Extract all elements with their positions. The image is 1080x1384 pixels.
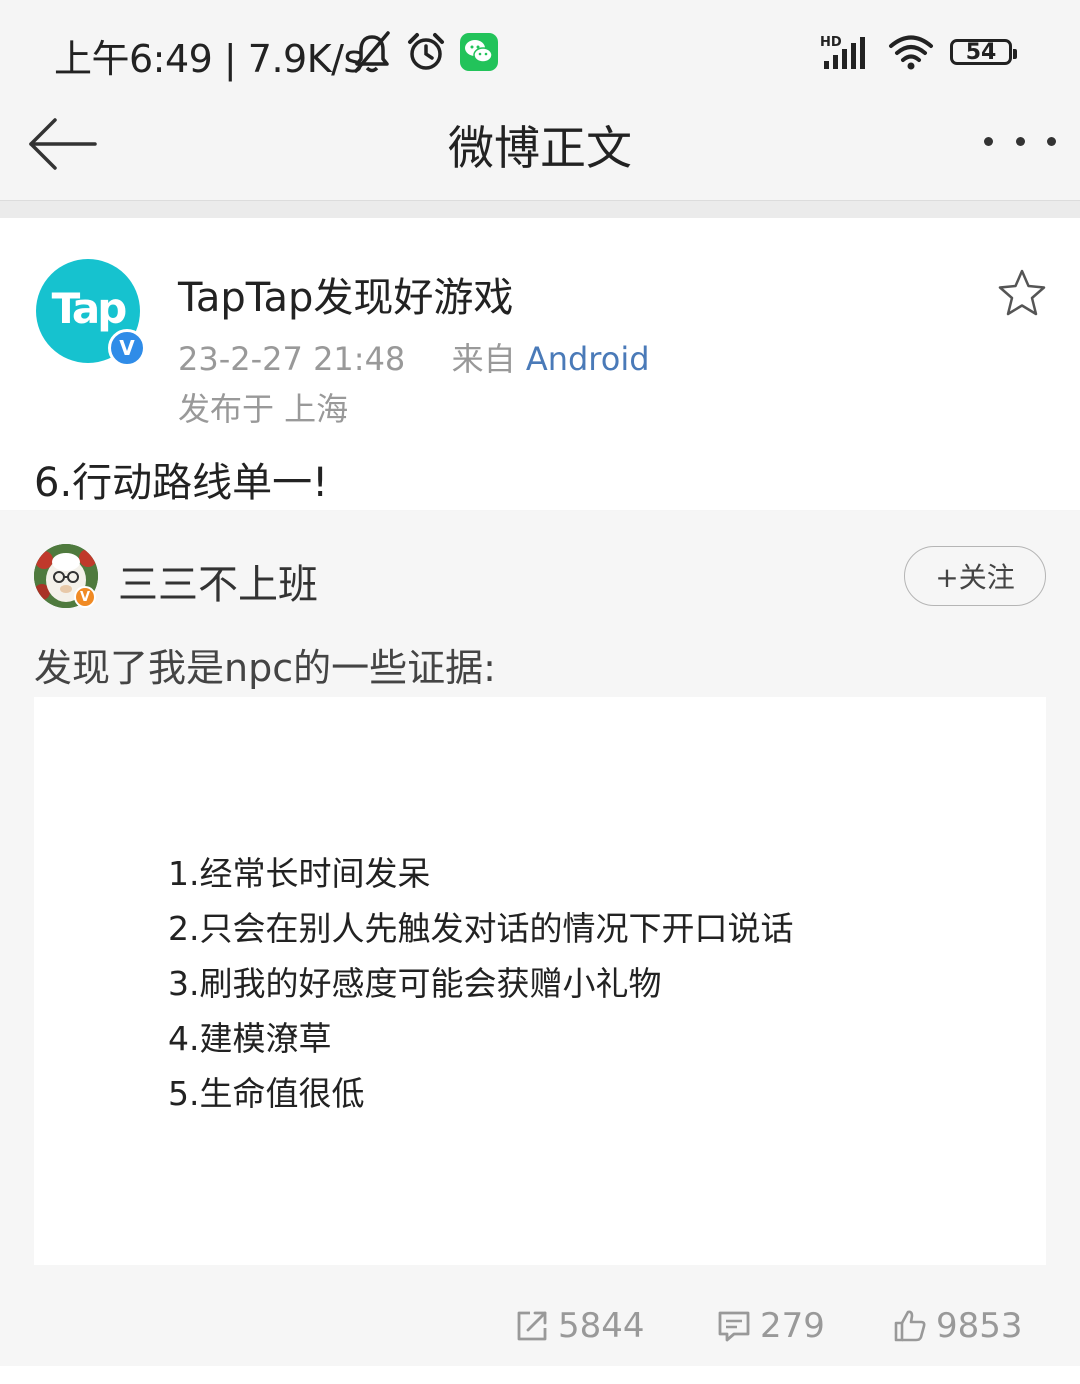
image-text-line-4: 4.建模潦草 xyxy=(168,1019,332,1058)
wifi-icon xyxy=(889,35,933,70)
post-text: 6.行动路线单一! xyxy=(34,460,329,506)
star-icon xyxy=(998,269,1046,316)
image-text-line-1: 1.经常长时间发呆 xyxy=(168,854,431,893)
like-count: 9853 xyxy=(936,1306,1023,1346)
page-title: 微博正文 xyxy=(448,121,632,175)
bottom-edge xyxy=(0,1366,1080,1384)
avatar-logo-text: Tap xyxy=(51,283,128,333)
verified-badge-icon: V xyxy=(108,329,146,367)
retweet-image[interactable]: 1.经常长时间发呆 2.只会在别人先触发对话的情况下开口说话 3.刷我的好感度可… xyxy=(34,697,1046,1265)
retweet-card[interactable]: V 三三不上班 +关注 发现了我是npc的一些证据: 1.经常长时间发呆 2.只… xyxy=(0,511,1080,1366)
comment-button[interactable]: 279 xyxy=(716,1303,825,1349)
retweet-text: 发现了我是npc的一些证据: xyxy=(34,646,496,690)
nav-bar: 微博正文 xyxy=(0,100,1080,201)
author-avatar[interactable]: Tap V xyxy=(36,259,146,367)
status-time-speed: 上午6:49 | 7.9K/s xyxy=(54,37,363,81)
battery-icon: 54 xyxy=(950,39,1017,65)
hd-signal-icon: HD xyxy=(820,35,865,69)
favorite-button[interactable] xyxy=(996,267,1048,319)
post-date: 23-2-27 21:48 xyxy=(178,340,406,378)
thumbs-up-icon xyxy=(894,1310,926,1342)
post-from-label: 来自 xyxy=(451,340,516,378)
svg-text:HD: HD xyxy=(820,35,842,50)
post-source-link[interactable]: Android xyxy=(526,340,650,378)
status-icons-right: HD 54 xyxy=(818,30,1017,74)
like-button[interactable]: 9853 xyxy=(892,1303,1023,1349)
battery-level: 54 xyxy=(965,39,997,65)
follow-button[interactable]: +关注 xyxy=(904,546,1046,606)
retweet-verified-badge-icon: V xyxy=(74,586,96,608)
mute-bell-icon xyxy=(354,31,390,73)
comment-icon xyxy=(718,1311,750,1342)
post-card: Tap V TapTap发现好游戏 23-2-27 21:48 来自 Andro… xyxy=(0,218,1080,510)
author-name[interactable]: TapTap发现好游戏 xyxy=(178,265,513,323)
comment-count: 279 xyxy=(760,1306,825,1346)
status-bar: 上午6:49 | 7.9K/s HD 54 xyxy=(0,0,1080,100)
divider-band xyxy=(0,201,1080,218)
alarm-icon xyxy=(408,33,444,70)
image-text-line-3: 3.刷我的好感度可能会获赠小礼物 xyxy=(168,964,662,1003)
retweet-author-name[interactable]: 三三不上班 xyxy=(118,552,318,610)
image-text-line-2: 2.只会在别人先触发对话的情况下开口说话 xyxy=(168,909,794,948)
post-location: 发布于 上海 xyxy=(178,390,349,428)
repost-button[interactable]: 5844 xyxy=(514,1303,645,1349)
repost-icon xyxy=(517,1311,547,1341)
status-icons-left xyxy=(352,30,498,74)
repost-count: 5844 xyxy=(558,1306,645,1346)
image-text-line-5: 5.生命值很低 xyxy=(168,1074,365,1113)
wechat-icon xyxy=(460,33,498,71)
more-button[interactable] xyxy=(984,118,1056,164)
post-meta: 23-2-27 21:48 来自 Android xyxy=(178,334,650,380)
more-icon xyxy=(984,136,993,146)
